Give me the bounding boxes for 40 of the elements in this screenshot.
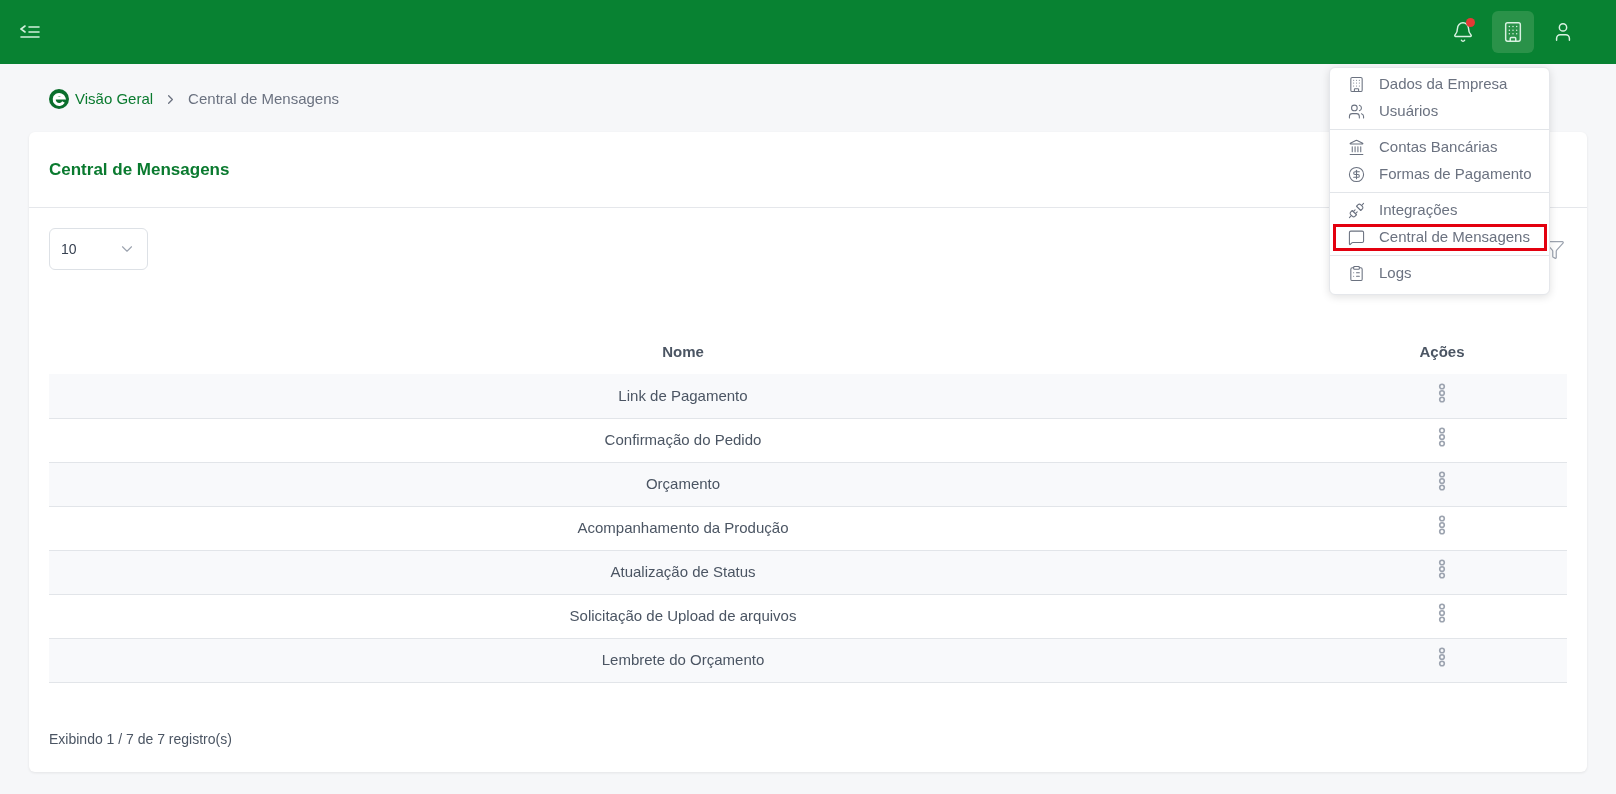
more-options-icon[interactable]	[1438, 646, 1446, 667]
dollar-icon	[1348, 166, 1365, 183]
menu-item[interactable]: Logs	[1333, 260, 1547, 287]
more-options-icon[interactable]	[1438, 514, 1446, 535]
breadcrumb-current: Central de Mensagens	[188, 88, 340, 109]
table-cell: Acompanhamento da Produção	[49, 506, 1317, 550]
building-icon	[1502, 21, 1524, 43]
table-cell: Lembrete do Orçamento	[49, 638, 1317, 682]
menu-item[interactable]: Contas Bancárias	[1333, 134, 1547, 161]
table-cell: Atualização de Status	[49, 550, 1317, 594]
bank-icon	[1348, 139, 1365, 156]
collapse-menu-icon[interactable]	[20, 24, 40, 40]
more-options-icon[interactable]	[1438, 470, 1446, 491]
more-options-icon[interactable]	[1438, 558, 1446, 579]
table-cell: Link de Pagamento	[49, 374, 1317, 418]
company-button[interactable]	[1492, 11, 1534, 53]
breadcrumb-link[interactable]: Visão Geral	[49, 87, 154, 111]
page-size-select[interactable]: 10	[49, 228, 148, 270]
users-icon	[1348, 103, 1365, 120]
card-title: Central de Mensagens	[49, 158, 230, 181]
more-options-icon[interactable]	[1438, 426, 1446, 447]
menu-item[interactable]: Dados da Empresa	[1333, 71, 1547, 98]
table-cell: Solicitação de Upload de arquivos	[49, 594, 1317, 638]
table-cell: Orçamento	[49, 462, 1317, 506]
column-header: Nome	[49, 330, 1317, 374]
more-options-icon[interactable]	[1438, 602, 1446, 623]
clipboard-icon	[1348, 265, 1365, 282]
bell-icon	[1452, 21, 1474, 43]
plug-icon	[1348, 202, 1365, 219]
menu-item[interactable]: Usuários	[1333, 98, 1547, 125]
table-cell: Confirmação do Pedido	[49, 418, 1317, 462]
records-summary: Exibindo 1 / 7 de 7 registro(s)	[49, 731, 232, 747]
menu-item[interactable]: Integrações	[1333, 197, 1547, 224]
more-options-icon[interactable]	[1438, 382, 1446, 403]
message-icon	[1348, 229, 1365, 246]
column-header: Ações	[1317, 330, 1567, 374]
building-icon	[1348, 76, 1365, 93]
logo-icon	[49, 89, 69, 109]
menu-item[interactable]: Formas de Pagamento	[1333, 161, 1547, 188]
menu-item[interactable]: Central de Mensagens	[1333, 224, 1547, 251]
